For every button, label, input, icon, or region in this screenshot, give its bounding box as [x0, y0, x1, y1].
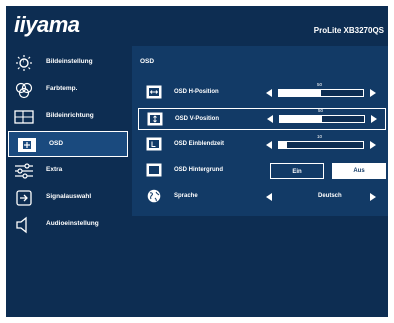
- h-position-icon: [146, 85, 162, 99]
- slider-fill: [279, 90, 321, 96]
- decrease-arrow[interactable]: [266, 89, 272, 97]
- menu-item-signalauswahl[interactable]: Signalauswahl: [6, 185, 132, 211]
- decrease-arrow[interactable]: [267, 115, 273, 123]
- slider-fill: [280, 116, 322, 122]
- menu-label: Bildeinstellung: [46, 58, 93, 65]
- brightness-icon: [16, 55, 32, 71]
- setting-label: OSD V-Position: [175, 116, 220, 122]
- setting-row-sprache[interactable]: Sprache Deutsch: [138, 186, 386, 208]
- setting-row-osd-hintergrund[interactable]: OSD Hintergrund Ein Aus: [138, 160, 386, 182]
- menu-label: OSD: [49, 140, 64, 147]
- option-aus-button[interactable]: Aus: [332, 163, 386, 179]
- setting-row-osd-v-position[interactable]: OSD V-Position 50: [138, 108, 386, 130]
- setting-label: OSD Einblendzeit: [174, 141, 225, 147]
- sliders-icon: [15, 163, 33, 179]
- menu-label: Audioeinstellung: [46, 220, 99, 227]
- menu-label: Signalauswahl: [46, 193, 92, 200]
- color-palette-icon: [15, 82, 33, 99]
- slider-value: 10: [317, 134, 323, 139]
- next-language-arrow[interactable]: [370, 193, 376, 201]
- option-ein-button[interactable]: Ein: [270, 163, 324, 179]
- monitor-osd-screen: iiyama ProLite XB3270QS Bildeinstellung: [6, 6, 388, 317]
- value-slider[interactable]: 50: [278, 82, 364, 97]
- menu-item-audioeinstellung[interactable]: Audioeinstellung: [6, 212, 132, 238]
- menu-item-extra[interactable]: Extra: [6, 158, 132, 184]
- v-position-icon: [147, 112, 163, 126]
- setting-label: OSD H-Position: [174, 89, 219, 95]
- brand-logo: iiyama: [14, 12, 80, 37]
- osd-main-menu: Bildeinstellung Farbtemp. Bildeinrichtun…: [6, 50, 132, 239]
- osd-menu-icon: [18, 138, 36, 152]
- menu-label: Extra: [46, 166, 63, 173]
- osd-settings-panel: OSD OSD H-Position 50 OSD V-Position 50 …: [132, 46, 388, 216]
- increase-arrow[interactable]: [370, 141, 376, 149]
- menu-label: Farbtemp.: [46, 85, 78, 92]
- menu-item-osd[interactable]: OSD: [8, 131, 128, 157]
- osd-header: iiyama ProLite XB3270QS: [6, 6, 388, 46]
- menu-item-farbtemp[interactable]: Farbtemp.: [6, 77, 132, 103]
- menu-item-bildeinrichtung[interactable]: Bildeinrichtung: [6, 104, 132, 130]
- menu-label: Bildeinrichtung: [46, 112, 94, 119]
- decrease-arrow[interactable]: [266, 141, 272, 149]
- increase-arrow[interactable]: [371, 115, 377, 123]
- slider-value: 50: [317, 82, 323, 87]
- timer-icon: [146, 137, 162, 151]
- setting-label: Sprache: [174, 193, 198, 199]
- model-name: ProLite XB3270QS: [313, 26, 384, 35]
- previous-language-arrow[interactable]: [266, 193, 272, 201]
- value-slider[interactable]: 10: [278, 134, 364, 149]
- slider-fill: [279, 142, 288, 148]
- panel-title: OSD: [140, 58, 155, 65]
- globe-icon: [147, 189, 161, 203]
- value-slider[interactable]: 50: [279, 108, 365, 123]
- increase-arrow[interactable]: [370, 89, 376, 97]
- setting-row-osd-einblendzeit[interactable]: OSD Einblendzeit 10: [138, 134, 386, 156]
- input-signal-icon: [16, 190, 32, 206]
- language-value: Deutsch: [318, 193, 342, 199]
- background-icon: [146, 163, 162, 177]
- setting-label: OSD Hintergrund: [174, 167, 223, 173]
- screen-layout-icon: [14, 110, 34, 124]
- setting-row-osd-h-position[interactable]: OSD H-Position 50: [138, 82, 386, 104]
- menu-item-bildeinstellung[interactable]: Bildeinstellung: [6, 50, 132, 76]
- speaker-icon: [16, 216, 27, 234]
- slider-value: 50: [318, 108, 324, 113]
